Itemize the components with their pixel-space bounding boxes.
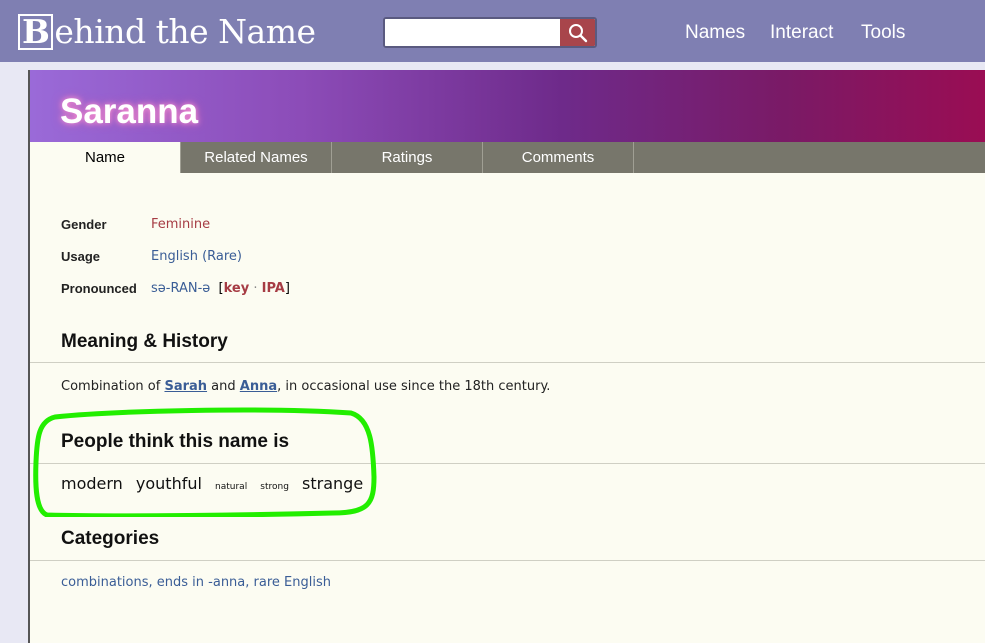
- link-anna[interactable]: Anna: [240, 379, 277, 394]
- search-button[interactable]: [560, 19, 595, 46]
- logo-initial: B: [18, 14, 54, 50]
- tag-modern: modern: [61, 474, 123, 493]
- meaning-mid: and: [207, 379, 240, 394]
- logo-text: ehind the Name: [54, 12, 316, 51]
- tab-related-names[interactable]: Related Names: [181, 142, 332, 173]
- site-header: Behind the Name Names Interact Tools: [0, 0, 985, 62]
- pronunciation: sə-RAN-ə [key · IPA]: [151, 281, 290, 296]
- tab-ratings[interactable]: Ratings: [332, 142, 483, 173]
- category-rare-english[interactable]: rare English: [254, 575, 331, 590]
- tag-strong: strong: [260, 482, 289, 492]
- divider: [30, 560, 985, 561]
- pronunciation-text: sə-RAN-ə: [151, 281, 211, 296]
- search-input[interactable]: [385, 19, 561, 46]
- tab-name[interactable]: Name: [30, 142, 181, 173]
- link-sarah[interactable]: Sarah: [164, 379, 207, 394]
- gender-label: Gender: [61, 217, 107, 232]
- divider: [30, 362, 985, 363]
- pronounced-label: Pronounced: [61, 281, 137, 296]
- nav-tools[interactable]: Tools: [861, 22, 905, 44]
- search-box: [383, 17, 597, 48]
- site-logo[interactable]: Behind the Name: [18, 12, 316, 52]
- impression-tags: modern youthful natural strong strange: [61, 474, 371, 493]
- categories-heading: Categories: [61, 528, 160, 549]
- nav-interact[interactable]: Interact: [770, 22, 833, 44]
- usage-label: Usage: [61, 249, 101, 264]
- category-separator: ,: [245, 575, 254, 590]
- people-think-heading: People think this name is: [61, 431, 290, 452]
- separator-dot: ·: [253, 281, 258, 296]
- meaning-text: Combination of Sarah and Anna, in occasi…: [61, 379, 550, 394]
- meaning-heading: Meaning & History: [61, 331, 228, 352]
- page-title: Saranna: [60, 92, 199, 131]
- gender-value[interactable]: Feminine: [151, 217, 210, 232]
- meaning-prefix: Combination of: [61, 379, 165, 394]
- bracket-close: ]: [284, 281, 290, 296]
- search-icon: [568, 23, 587, 42]
- tag-natural: natural: [215, 482, 248, 492]
- nav-names[interactable]: Names: [685, 22, 745, 44]
- tag-youthful: youthful: [135, 474, 202, 493]
- category-ends-in-anna[interactable]: ends in -anna: [157, 575, 245, 590]
- ipa-link[interactable]: IPA: [262, 281, 285, 296]
- name-banner: Saranna: [30, 70, 985, 142]
- name-card: Saranna Name Related Names Ratings Comme…: [28, 70, 985, 643]
- meaning-suffix: , in occasional use since the 18th centu…: [277, 379, 551, 394]
- key-link[interactable]: key: [224, 281, 250, 296]
- tab-comments[interactable]: Comments: [483, 142, 634, 173]
- tab-bar: Name Related Names Ratings Comments: [30, 142, 985, 173]
- categories-list: combinations, ends in -anna, rare Englis…: [61, 575, 331, 590]
- usage-value[interactable]: English (Rare): [151, 249, 242, 264]
- divider: [30, 463, 985, 464]
- category-combinations[interactable]: combinations: [61, 575, 149, 590]
- tag-strange: strange: [302, 474, 364, 493]
- category-separator: ,: [148, 575, 157, 590]
